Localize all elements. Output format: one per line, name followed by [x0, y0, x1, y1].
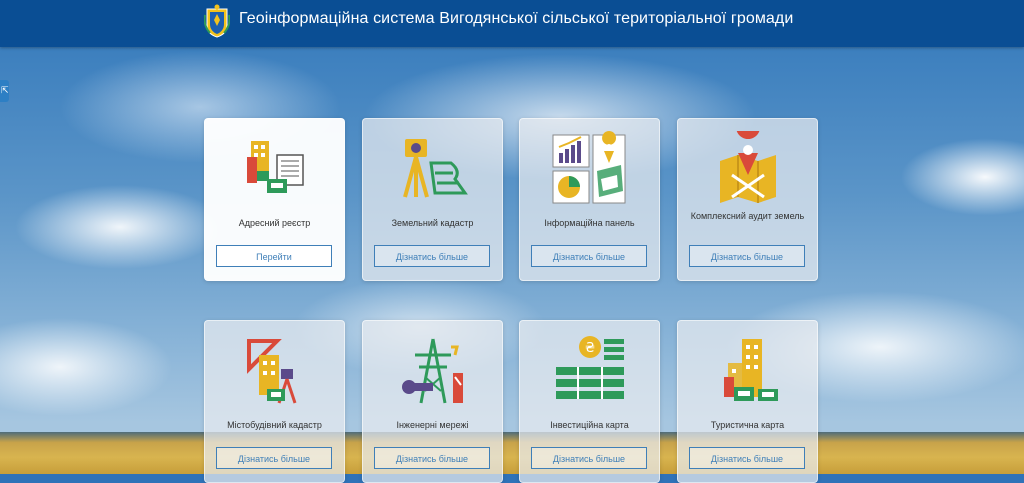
card-label: Адресний реєстр [238, 218, 311, 228]
urban-cadastre-icon [247, 339, 297, 404]
address-registry-icon [247, 141, 304, 193]
card-land-cadastre[interactable]: Земельний кадастр Дізнатись більше [362, 118, 503, 281]
learn-more-button[interactable]: Дізнатись більше [374, 447, 490, 469]
card-urban-cadastre[interactable]: Містобудівний кадастр Дізнатись більше [204, 320, 345, 483]
learn-more-button[interactable]: Дізнатись більше [531, 245, 647, 267]
card-label: Інформаційна панель [544, 218, 635, 228]
sky-background [0, 47, 1024, 474]
card-label: Земельний кадастр [391, 218, 474, 228]
learn-more-button[interactable]: Дізнатись більше [689, 447, 805, 469]
card-dashboard[interactable]: Інформаційна панель Дізнатись більше [519, 118, 660, 281]
card-label: Інвестиційна карта [550, 420, 629, 430]
card-land-audit[interactable]: Комплексний аудит земель Дізнатись більш… [677, 118, 818, 281]
card-engineering-networks[interactable]: Інженерні мережі Дізнатись більше [362, 320, 503, 483]
card-tourist-map[interactable]: Туристична карта Дізнатись більше [677, 320, 818, 483]
app-title: Геоінформаційна система Вигодянської сіл… [239, 10, 794, 27]
learn-more-button[interactable]: Дізнатись більше [374, 245, 490, 267]
go-button[interactable]: Перейти [216, 245, 332, 267]
card-label: Інженерні мережі [396, 420, 469, 430]
card-label: Туристична карта [710, 420, 785, 430]
wheat-field [0, 432, 1024, 474]
investment-map-icon: ₴ [556, 336, 624, 399]
engineering-networks-icon [402, 338, 463, 404]
card-investment-map[interactable]: ₴ Інвестиційна карта Дізнатись більше [519, 320, 660, 483]
dashboard-icon [552, 131, 626, 204]
card-label: Містобудівний кадастр [227, 420, 322, 430]
expand-arrow-icon: ⇱ [1, 85, 9, 95]
land-audit-icon [720, 131, 776, 203]
learn-more-button[interactable]: Дізнатись більше [216, 447, 332, 469]
card-address-registry[interactable]: Адресний реєстр Перейти [204, 118, 345, 281]
side-expand-tab[interactable]: ⇱ [0, 80, 9, 102]
tourist-map-icon [724, 339, 778, 401]
svg-text:₴: ₴ [585, 341, 595, 356]
land-cadastre-icon [403, 139, 468, 198]
learn-more-button[interactable]: Дізнатись більше [531, 447, 647, 469]
app-header: Геоінформаційна система Вигодянської сіл… [0, 0, 1024, 47]
card-label: Комплексний аудит земель [690, 211, 805, 221]
coat-of-arms-icon[interactable] [204, 3, 230, 39]
learn-more-button[interactable]: Дізнатись більше [689, 245, 805, 267]
